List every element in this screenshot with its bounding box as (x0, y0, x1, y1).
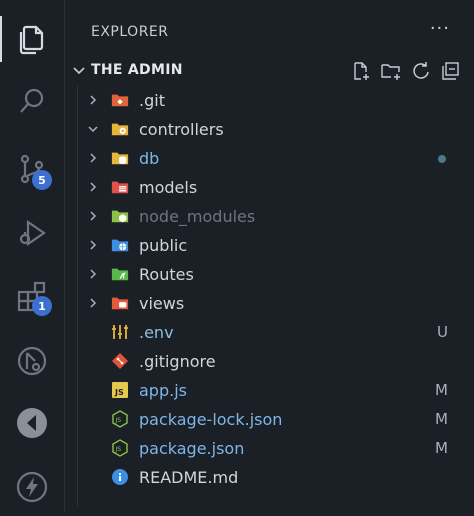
controllers-folder-icon (111, 121, 129, 137)
chevron-right-icon (90, 269, 97, 279)
tree-item-node-modules[interactable]: node_modules (65, 202, 474, 231)
chevron-down-icon (88, 126, 98, 133)
tree-item-app-js[interactable]: JS app.js M (65, 376, 474, 405)
chevron-right-icon (90, 95, 97, 105)
activity-explorer[interactable] (0, 10, 64, 68)
chevron-down-icon (73, 67, 85, 75)
tree-item-label: views (139, 294, 185, 313)
files-icon (19, 25, 44, 55)
git-status-modified: M (435, 439, 448, 457)
tree-item-git[interactable]: .git (65, 86, 474, 115)
activity-live-share[interactable] (0, 394, 64, 452)
more-actions-button[interactable]: ··· (430, 18, 450, 39)
activity-run-debug[interactable] (0, 204, 64, 262)
views-folder-icon (111, 295, 129, 311)
database-folder-icon (111, 150, 129, 166)
activity-thunder[interactable] (0, 458, 64, 516)
tree-item-label: .env (139, 323, 174, 342)
activity-remote-explorer[interactable] (0, 332, 64, 390)
explorer-title: EXPLORER (91, 24, 169, 40)
tree-item-label: package.json (139, 439, 245, 458)
modified-dot-indicator (438, 155, 446, 163)
run-debug-icon (19, 219, 46, 247)
tree-item-db[interactable]: db (65, 144, 474, 173)
vscode-window: 5 1 EXPLORER ··· THE ADMIN .git controll… (0, 0, 474, 512)
js-icon: JS (111, 382, 129, 398)
chevron-right-icon (90, 211, 97, 221)
chevron-right-icon (90, 240, 97, 250)
nodejs-icon: JS (111, 439, 129, 457)
tree-item-label: .git (139, 91, 165, 110)
tree-item-gitignore[interactable]: .gitignore (65, 347, 474, 376)
nodejs-icon: JS (111, 410, 129, 428)
env-icon (111, 324, 129, 340)
chevron-right-icon (90, 298, 97, 308)
tree-item-label: package-lock.json (139, 410, 283, 429)
chevron-right-icon (90, 182, 97, 192)
explorer-panel: EXPLORER ··· THE ADMIN .git controllers … (65, 0, 474, 512)
git-status-untracked: U (437, 323, 448, 341)
info-icon (111, 469, 129, 485)
activity-source-control[interactable]: 5 (0, 140, 64, 198)
routes-folder-icon (111, 266, 129, 282)
git-folder-icon (111, 92, 129, 108)
search-icon (20, 88, 44, 113)
public-folder-icon (111, 237, 129, 253)
tree-item-controllers[interactable]: controllers (65, 115, 474, 144)
extensions-badge: 1 (32, 296, 52, 316)
activity-extensions[interactable]: 1 (0, 268, 64, 326)
tree-item-label: Routes (139, 265, 194, 284)
models-folder-icon (111, 179, 129, 195)
chevron-right-icon (90, 153, 97, 163)
tree-item-label: public (139, 236, 188, 255)
tree-item-views[interactable]: views (65, 289, 474, 318)
svg-text:JS: JS (114, 388, 124, 397)
tree-item-public[interactable]: public (65, 231, 474, 260)
refresh-icon[interactable] (410, 60, 432, 82)
workspace-title: THE ADMIN (91, 62, 183, 78)
tree-item-label: db (139, 149, 160, 168)
collapse-all-icon[interactable] (440, 60, 462, 82)
thunder-icon (16, 471, 48, 503)
tree-item-readme[interactable]: README.md (65, 463, 474, 492)
tree-item-package-lock[interactable]: JS package-lock.json M (65, 405, 474, 434)
remote-explorer-icon (17, 346, 47, 376)
tree-item-label: node_modules (139, 207, 256, 226)
tree-item-env[interactable]: .env U (65, 318, 474, 347)
activity-bar: 5 1 (0, 0, 65, 512)
svg-text:JS: JS (115, 446, 122, 453)
activity-search[interactable] (0, 72, 64, 130)
new-file-icon[interactable] (350, 60, 372, 82)
tree-item-routes[interactable]: Routes (65, 260, 474, 289)
tree-item-label: controllers (139, 120, 224, 139)
tree-item-label: .gitignore (139, 352, 216, 371)
svg-text:JS: JS (115, 417, 122, 424)
tree-item-package-json[interactable]: JS package.json M (65, 434, 474, 463)
live-share-icon (17, 408, 47, 438)
git-status-modified: M (435, 381, 448, 399)
tree-item-label: README.md (139, 468, 239, 487)
new-folder-icon[interactable] (380, 60, 402, 82)
git-status-modified: M (435, 410, 448, 428)
workspace-section-header[interactable]: THE ADMIN (65, 58, 474, 84)
git-icon (111, 353, 129, 369)
tree-item-label: models (139, 178, 198, 197)
node-folder-icon (111, 208, 129, 224)
tree-item-models[interactable]: models (65, 173, 474, 202)
source-control-badge: 5 (32, 170, 52, 190)
tree-item-label: app.js (139, 381, 187, 400)
